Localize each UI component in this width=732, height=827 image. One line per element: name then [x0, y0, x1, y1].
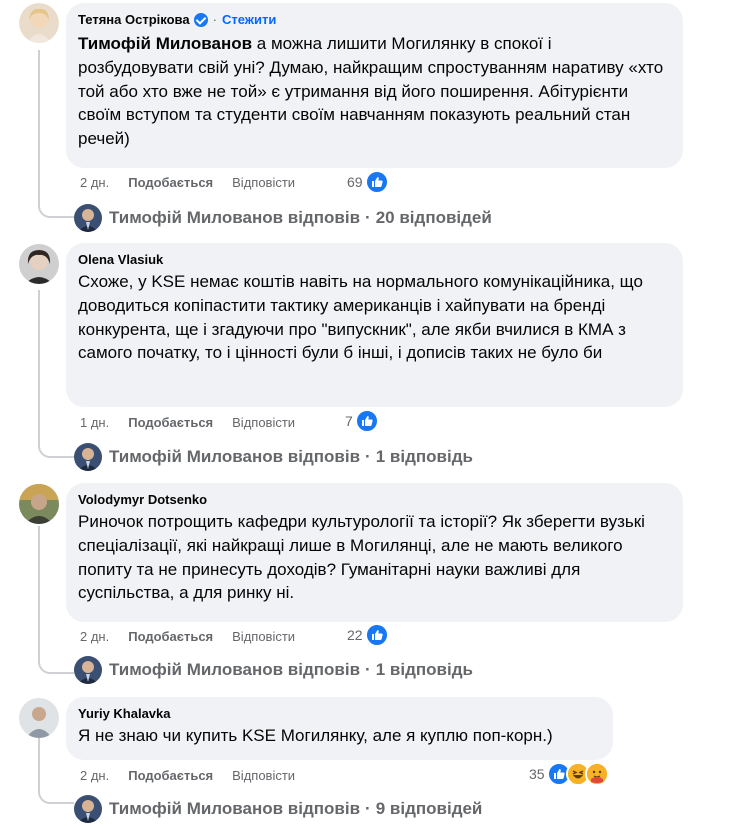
separator: ·	[365, 799, 371, 818]
thread-connector	[38, 784, 74, 804]
reply-button[interactable]: Відповісти	[232, 175, 295, 190]
reply-button[interactable]: Відповісти	[232, 768, 295, 783]
reactions-summary[interactable]: 35	[529, 762, 609, 786]
replies-verb: відповів	[287, 799, 361, 818]
replies-verb: відповів	[287, 208, 361, 227]
thread-connector	[38, 654, 74, 674]
replies-count: 1 відповідь	[375, 447, 473, 466]
comment-author[interactable]: Тетяна Острікова	[78, 11, 190, 28]
replies-author: Тимофій Милованов	[109, 208, 284, 227]
avatar[interactable]	[19, 3, 59, 43]
reply-button[interactable]: Відповісти	[232, 415, 295, 430]
reply-avatar	[74, 656, 102, 684]
thread-connector	[38, 438, 74, 458]
comment-timestamp[interactable]: 2 дн.	[80, 768, 109, 783]
reply-button[interactable]: Відповісти	[232, 629, 295, 644]
view-replies-link[interactable]: Тимофій Милованов відповів · 9 відповідей	[74, 795, 482, 823]
follow-button[interactable]: Стежити	[222, 11, 276, 28]
separator: ·	[212, 12, 217, 27]
replies-count: 9 відповідей	[375, 799, 483, 818]
reply-avatar	[74, 795, 102, 823]
replies-count: 20 відповідей	[375, 208, 492, 227]
comment-bubble: Тетяна Острікова · Стежити Тимофій Милов…	[66, 3, 683, 168]
comment-actions: 1 дн. Подобається Відповісти	[80, 412, 314, 432]
like-button[interactable]: Подобається	[128, 768, 213, 783]
avatar[interactable]	[19, 698, 59, 738]
like-reaction-icon	[364, 170, 389, 194]
avatar[interactable]	[19, 244, 59, 284]
reaction-count: 35	[529, 766, 545, 782]
comment-timestamp[interactable]: 2 дн.	[80, 629, 109, 644]
comment-author[interactable]: Yuriy Khalavka	[78, 705, 171, 722]
comment-text: Я не знаю чи купить KSE Могилянку, але я…	[78, 726, 553, 745]
replies-author: Тимофій Милованов	[109, 799, 284, 818]
reaction-count: 22	[347, 627, 363, 643]
replies-verb: відповів	[287, 447, 361, 466]
like-button[interactable]: Подобається	[128, 629, 213, 644]
comment-text: Риночок потрощить кафедри культурології …	[78, 512, 645, 603]
reactions-summary[interactable]: 22	[347, 623, 389, 647]
replies-verb: відповів	[287, 660, 361, 679]
comment-bubble: Volodymyr Dotsenko Риночок потрощить каф…	[66, 483, 683, 622]
comment-actions: 2 дн. Подобається Відповісти	[80, 172, 314, 192]
separator: ·	[365, 208, 371, 227]
care-reaction-icon	[584, 762, 609, 786]
comment-author-row: Olena Vlasiuk	[78, 251, 671, 268]
avatar[interactable]	[19, 484, 59, 524]
reaction-count: 69	[347, 174, 363, 190]
comment-bubble: Yuriy Khalavka Я не знаю чи купить KSE М…	[66, 697, 613, 760]
like-button[interactable]: Подобається	[128, 415, 213, 430]
comment-actions: 2 дн. Подобається Відповісти	[80, 626, 314, 646]
comment-author-row: Yuriy Khalavka	[78, 705, 601, 722]
thread-line	[38, 738, 40, 786]
comment-timestamp[interactable]: 1 дн.	[80, 415, 109, 430]
comment-author-row: Volodymyr Dotsenko	[78, 491, 671, 508]
reply-avatar	[74, 443, 102, 471]
replies-author: Тимофій Милованов	[109, 447, 284, 466]
verified-badge-icon	[193, 12, 208, 27]
reactions-summary[interactable]: 7	[345, 409, 379, 433]
thread-line	[38, 50, 40, 200]
replies-author: Тимофій Милованов	[109, 660, 284, 679]
like-reaction-icon	[354, 409, 379, 433]
separator: ·	[365, 447, 371, 466]
comment-author[interactable]: Volodymyr Dotsenko	[78, 491, 207, 508]
comment-bubble: Olena Vlasiuk Схоже, у KSE немає коштів …	[66, 243, 683, 407]
comment-timestamp[interactable]: 2 дн.	[80, 175, 109, 190]
view-replies-link[interactable]: Тимофій Милованов відповів · 20 відповідей	[74, 204, 492, 232]
reactions-summary[interactable]: 69	[347, 170, 389, 194]
thread-line	[38, 526, 40, 656]
mention-link[interactable]: Тимофій Милованов	[78, 34, 252, 53]
like-button[interactable]: Подобається	[128, 175, 213, 190]
view-replies-link[interactable]: Тимофій Милованов відповів · 1 відповідь	[74, 656, 473, 684]
reply-avatar	[74, 204, 102, 232]
separator: ·	[365, 660, 371, 679]
thread-connector	[38, 198, 74, 218]
comment-author[interactable]: Olena Vlasiuk	[78, 251, 163, 268]
comment-actions: 2 дн. Подобається Відповісти	[80, 765, 314, 785]
comment-text: Схоже, у KSE немає коштів навіть на норм…	[78, 272, 643, 363]
like-reaction-icon	[364, 623, 389, 647]
replies-count: 1 відповідь	[375, 660, 473, 679]
comment-text: Тимофій Милованов а можна лишити Могилян…	[78, 32, 671, 151]
view-replies-link[interactable]: Тимофій Милованов відповів · 1 відповідь	[74, 443, 473, 471]
thread-line	[38, 290, 40, 440]
reaction-count: 7	[345, 413, 353, 429]
comment-author-row: Тетяна Острікова · Стежити	[78, 11, 671, 28]
